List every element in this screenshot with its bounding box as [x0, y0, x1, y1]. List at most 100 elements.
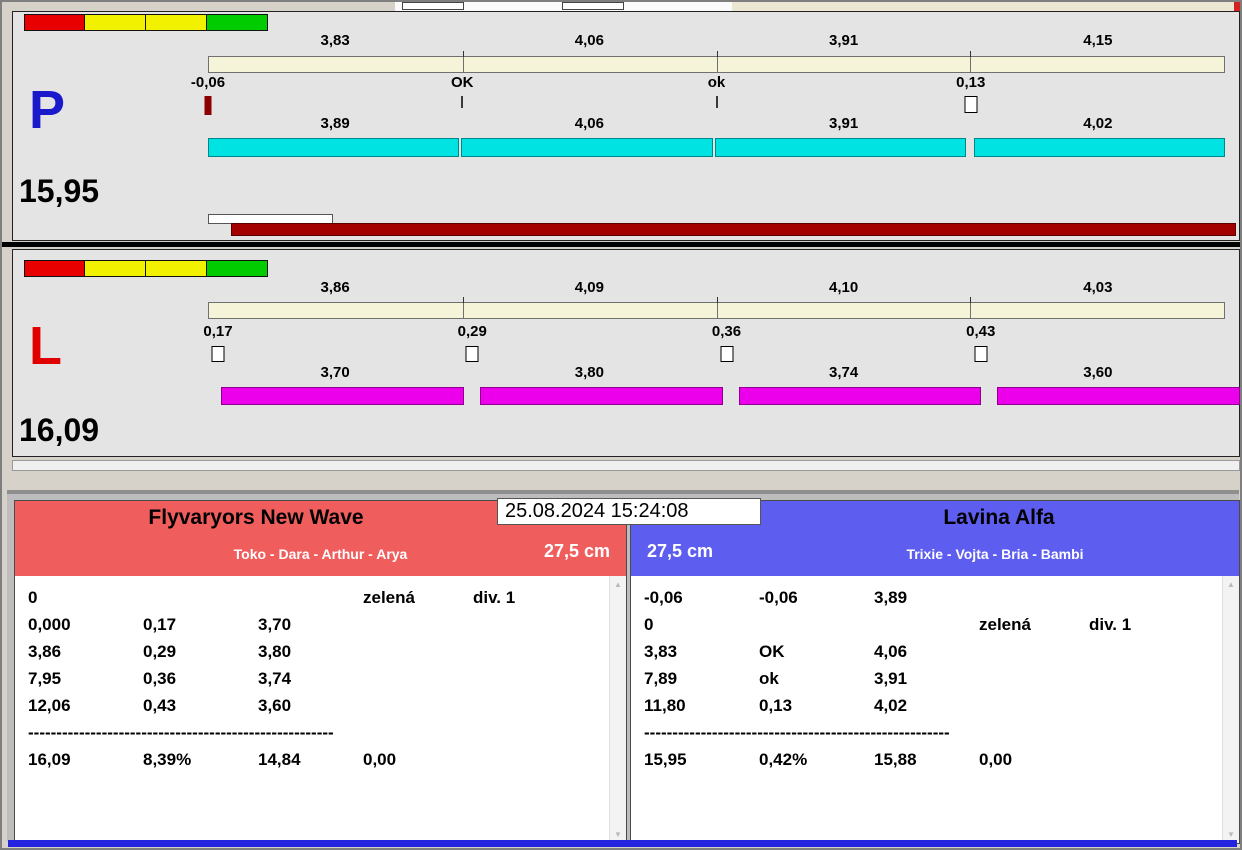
- split-value: 4,10: [829, 279, 859, 296]
- teams-section: Flyvaryors New Wave Toko - Dara - Arthur…: [7, 490, 1240, 844]
- progress-bar: [231, 223, 1236, 236]
- lower-split-labels: 3,89 4,06 3,91 4,02: [208, 115, 1225, 132]
- tick-mark: [970, 51, 972, 57]
- totals-row: 15,95 0,42% 15,88 0,00: [631, 746, 1239, 773]
- lane-separator: [2, 242, 1240, 247]
- bar-segment: [973, 138, 1225, 157]
- cell: div. 1: [473, 588, 516, 607]
- team-dogs: Trixie - Vojta - Bria - Bambi: [906, 546, 1084, 562]
- scroll-up-icon[interactable]: ▲: [1227, 580, 1235, 589]
- lower-split-labels: 3,70 3,80 3,74 3,60: [208, 364, 1225, 381]
- team-results: -0,06 -0,06 3,89 0 zelená div. 1 3,83 OK: [631, 576, 1239, 843]
- result-row: 11,80 0,13 4,02: [631, 692, 1239, 719]
- cell: 15,95: [644, 750, 687, 769]
- cell: 12,06: [28, 696, 71, 715]
- checkbox-marker[interactable]: [720, 346, 733, 362]
- bar-segment: [461, 138, 713, 157]
- empty-progress-strip: [12, 460, 1240, 471]
- scale-yellow-box: [146, 260, 207, 277]
- upper-split-labels: 3,83 4,06 3,91 4,15: [208, 32, 1225, 49]
- cell: [979, 692, 1089, 719]
- cell: -0,06: [759, 588, 798, 607]
- upper-split-labels: 3,86 4,09 4,10 4,03: [208, 279, 1225, 296]
- cell: [1089, 665, 1239, 692]
- cell: [473, 746, 626, 773]
- fault-indicator: [204, 96, 212, 115]
- split-value: 3,91: [829, 115, 859, 132]
- cell: 3,89: [874, 588, 908, 607]
- checkbox-marker[interactable]: [964, 96, 978, 113]
- change-value: OK: [451, 74, 474, 91]
- cell: [363, 611, 473, 638]
- checkbox-marker[interactable]: [211, 346, 225, 362]
- timing-lane-p: P 3,83 4,06 3,91 4,15 -0,06 OK ok 0,13 3…: [12, 11, 1240, 241]
- cell: [1089, 746, 1239, 773]
- cell: zelená: [979, 615, 1031, 634]
- scale-yellow-box: [85, 14, 146, 31]
- cell: 0,17: [143, 615, 177, 634]
- scrollbar[interactable]: ▲ ▼: [609, 576, 626, 843]
- split-value: 4,02: [1083, 115, 1113, 132]
- totals-row: 16,09 8,39% 14,84 0,00: [15, 746, 626, 773]
- tick-mark: [462, 297, 464, 303]
- change-value: 0,29: [457, 323, 487, 340]
- jump-height: 27,5 cm: [647, 541, 714, 561]
- team-results: 0 zelená div. 1 0,000 0,17 3,70 3,86 0,2…: [15, 576, 626, 843]
- cell: [759, 611, 874, 638]
- cell: 0,13: [759, 696, 793, 715]
- cell: 7,89: [644, 669, 678, 688]
- cell: 0,000: [28, 615, 71, 634]
- result-row: 0 zelená div. 1: [15, 584, 626, 611]
- cell: 15,88: [874, 750, 917, 769]
- cell: 3,86: [28, 642, 62, 661]
- checkbox-marker[interactable]: [465, 346, 479, 362]
- bar-segment: [479, 387, 723, 405]
- cell: 3,60: [258, 696, 292, 715]
- jump-height: 27,5 cm: [543, 541, 610, 561]
- scroll-down-icon[interactable]: ▼: [614, 830, 622, 839]
- bottom-taskbar-strip: [8, 840, 1237, 847]
- cell: [363, 638, 473, 665]
- cell: 16,09: [28, 750, 71, 769]
- scroll-up-icon[interactable]: ▲: [614, 580, 622, 589]
- scrollbar[interactable]: ▲ ▼: [1222, 576, 1239, 843]
- change-value: 0,13: [956, 74, 986, 91]
- tick-marker: [715, 96, 718, 108]
- cell: 3,83: [644, 642, 678, 661]
- split-value: 3,83: [320, 32, 350, 49]
- split-value: 3,91: [829, 32, 859, 49]
- window-fragment-box: [402, 2, 464, 10]
- lower-bar: [221, 387, 1240, 405]
- bar-divider: [716, 57, 718, 72]
- result-row: 7,95 0,36 3,74: [15, 665, 626, 692]
- change-value: ok: [707, 74, 726, 91]
- bar-segment: [208, 138, 460, 157]
- team-name: Flyvaryors New Wave: [148, 506, 364, 529]
- cell: 4,06: [874, 642, 908, 661]
- cell: div. 1: [1089, 615, 1132, 634]
- result-row: -0,06 -0,06 3,89: [631, 584, 1239, 611]
- cell: [363, 665, 473, 692]
- cell: [1089, 638, 1239, 665]
- cell: OK: [759, 642, 785, 661]
- cell: [363, 692, 473, 719]
- split-value: 3,74: [829, 364, 859, 381]
- result-row: 7,89 ok 3,91: [631, 665, 1239, 692]
- scroll-down-icon[interactable]: ▼: [1227, 830, 1235, 839]
- timing-lane-l: L 3,86 4,09 4,10 4,03 0,17 0,29 0,36 0,4…: [12, 249, 1240, 457]
- separator-dashes: ----------------------------------------…: [644, 723, 950, 742]
- app-window: P 3,83 4,06 3,91 4,15 -0,06 OK ok 0,13 3…: [0, 0, 1242, 850]
- change-value: -0,06: [190, 74, 226, 91]
- checkbox-marker[interactable]: [974, 346, 988, 362]
- cell: 3,74: [258, 669, 292, 688]
- bar-divider: [462, 57, 464, 72]
- cell: [1089, 692, 1239, 719]
- cell: [979, 638, 1089, 665]
- separator-dashes: ----------------------------------------…: [28, 723, 334, 742]
- lane-letter: P: [29, 80, 66, 140]
- split-value: 3,80: [574, 364, 604, 381]
- result-row: 12,06 0,43 3,60: [15, 692, 626, 719]
- team-name: Lavina Alfa: [943, 506, 1055, 529]
- split-value: 4,03: [1083, 279, 1113, 296]
- change-value: 0,36: [711, 323, 742, 340]
